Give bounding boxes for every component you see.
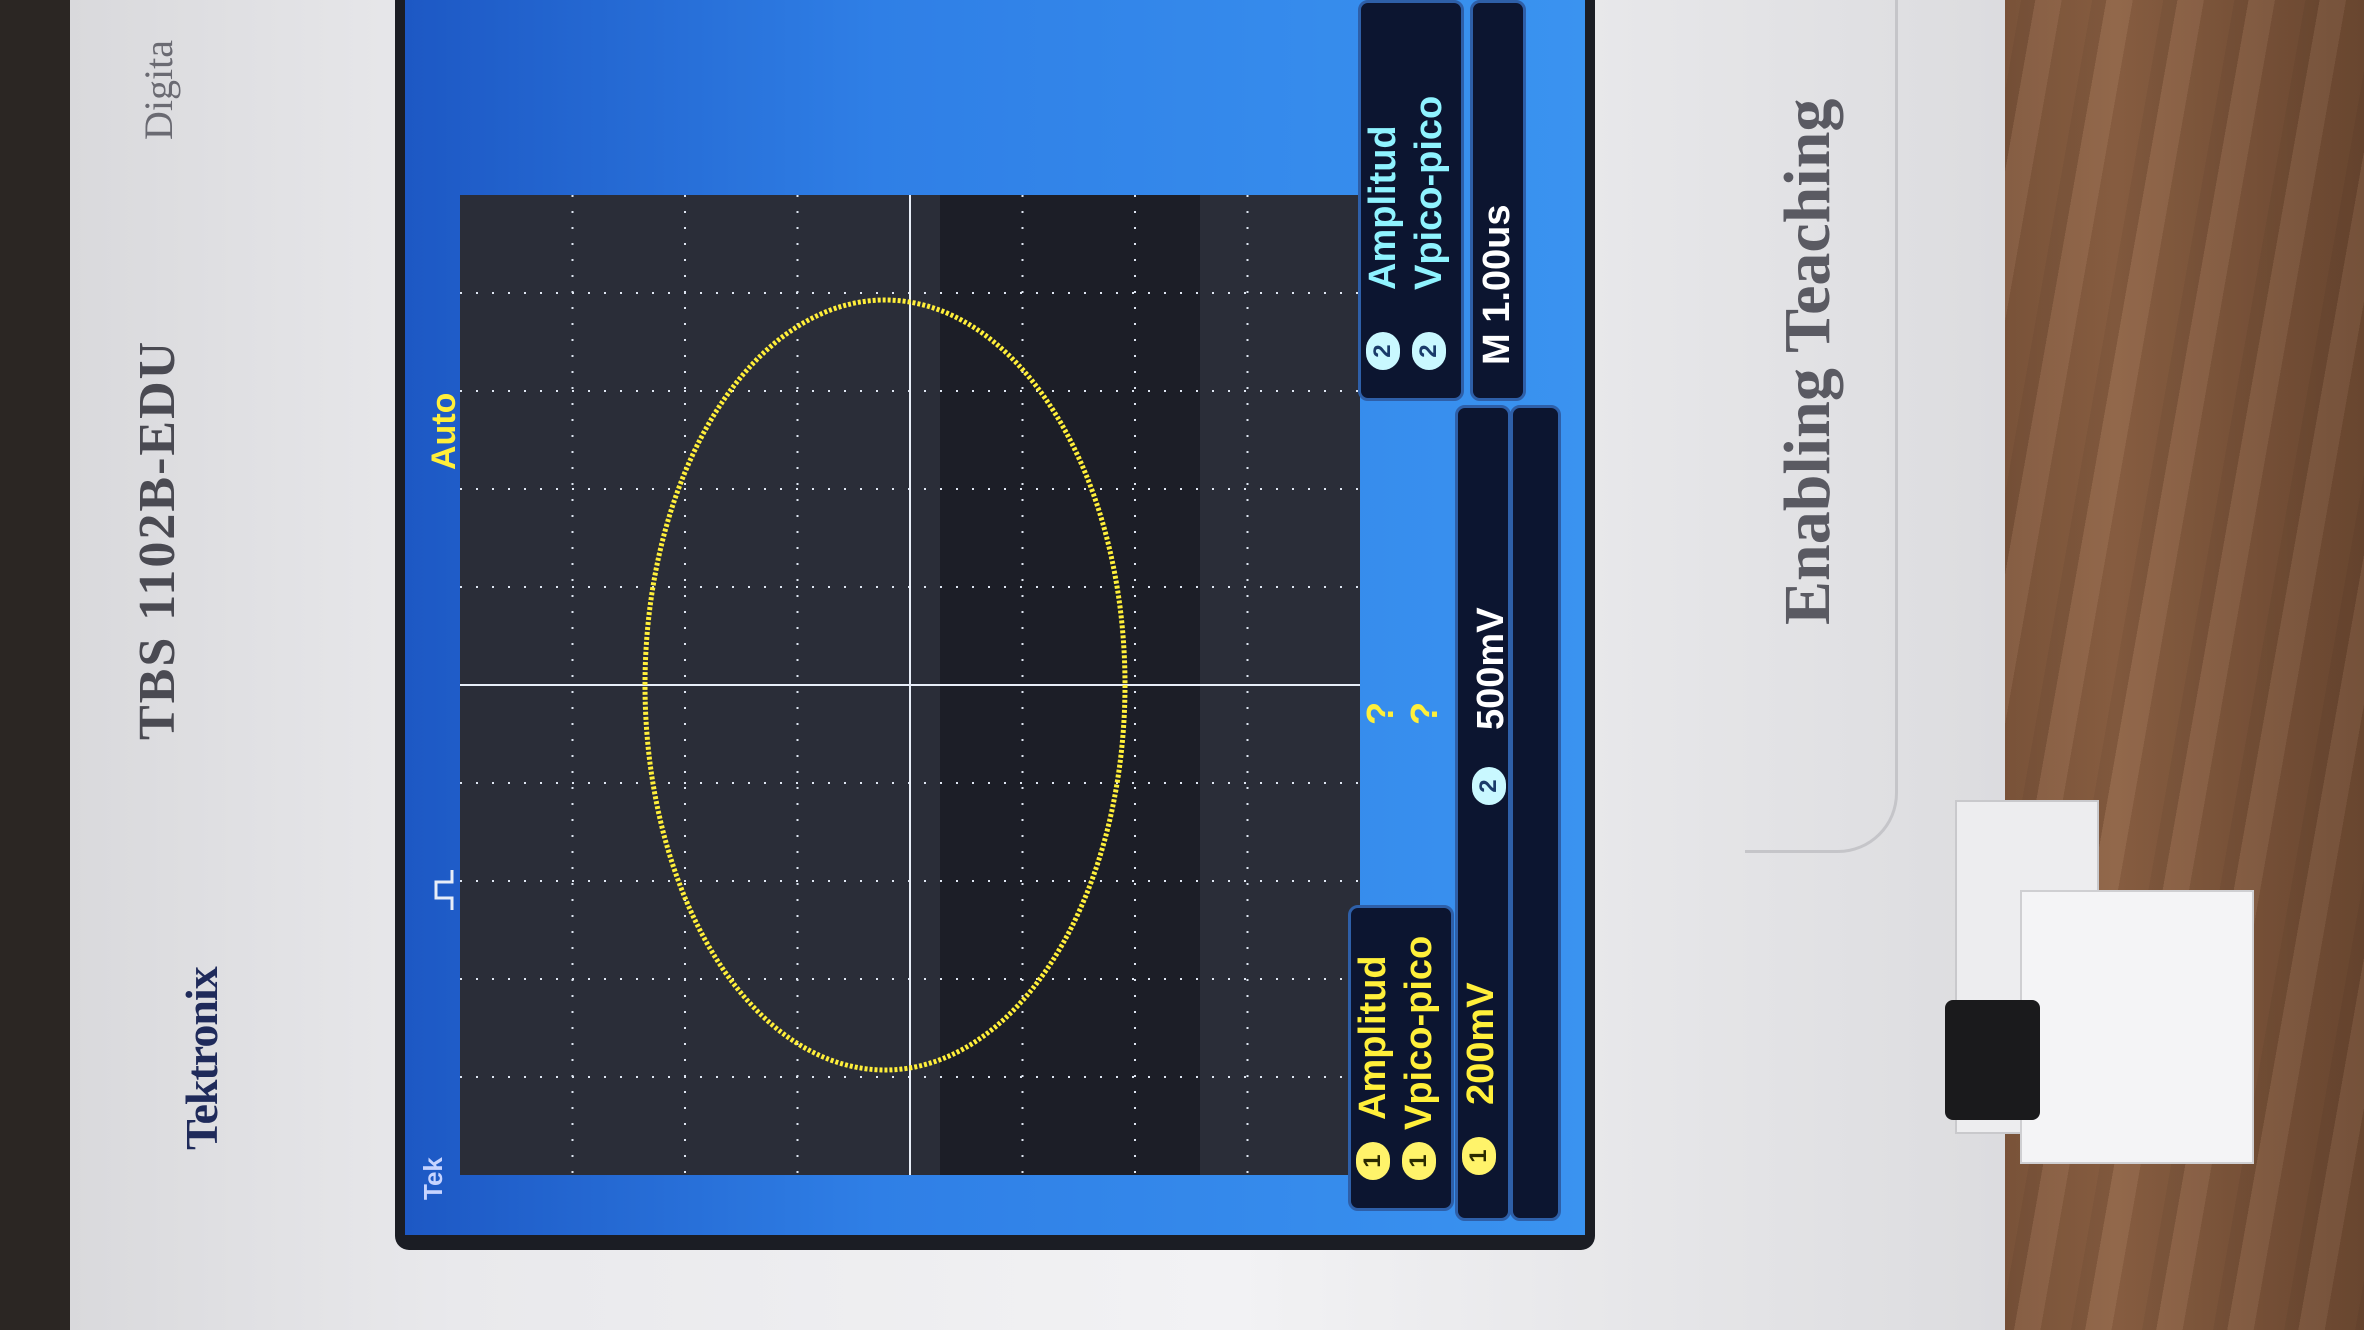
ch1-measure-value: ?: [1404, 701, 1446, 725]
waveform-display: [460, 195, 1360, 1175]
ch1-vertical-scale[interactable]: 200mV: [1460, 982, 1503, 1105]
model-label: TBS 1102B-EDU: [129, 339, 186, 740]
ch2-badge: 2: [1412, 332, 1446, 370]
brand-logo: Tektronix: [176, 967, 227, 1150]
timebase-readout[interactable]: M 1.00us: [1476, 204, 1519, 365]
model-suffix-label: Digita: [136, 40, 181, 140]
tagline: Enabling Teaching: [1771, 98, 1844, 625]
ch1-measure-label: Vpico-pico: [1398, 935, 1440, 1130]
trigger-icon: [434, 870, 454, 910]
desk-edge: [0, 0, 70, 1330]
ch1-measure-value: ?: [1360, 701, 1402, 725]
ch2-vertical-scale[interactable]: 500mV: [1470, 607, 1513, 730]
trigger-mode[interactable]: Auto: [425, 393, 464, 470]
ch2-measure-label: Amplitud: [1362, 125, 1404, 290]
stand-clip-plate: [2020, 890, 2254, 1164]
stand-clip-latch: [1945, 1000, 2040, 1120]
ch1-scale-badge: 1: [1462, 1137, 1496, 1175]
ch1-measure-label: Amplitud: [1352, 955, 1394, 1120]
ch1-badge: 1: [1402, 1142, 1436, 1180]
tek-corner-label: Tek: [418, 1157, 448, 1200]
ch2-measure-label: Vpico-pico: [1408, 95, 1450, 290]
status-panel: [1510, 405, 1561, 1221]
ch1-badge: 1: [1356, 1142, 1390, 1180]
graticule: [460, 195, 1360, 1175]
ch2-scale-badge: 2: [1472, 767, 1506, 805]
ch2-badge: 2: [1366, 332, 1400, 370]
